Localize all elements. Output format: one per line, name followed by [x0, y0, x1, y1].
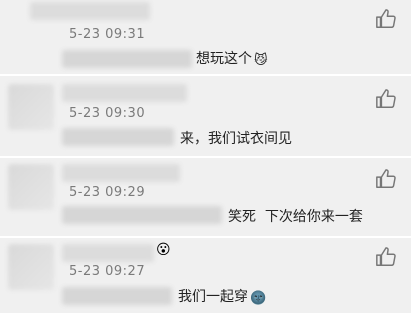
comment-text: 来，我们试衣间见: [180, 131, 292, 147]
avatar: [8, 244, 54, 290]
comment-text: 我们一起穿 🌚: [178, 289, 267, 306]
username-redacted: [62, 164, 180, 182]
reply-redacted: [62, 50, 192, 68]
reply-redacted: [62, 128, 174, 146]
like-button[interactable]: [375, 246, 397, 268]
thumbs-up-icon: [376, 247, 396, 266]
comment-item: 5-23 09:29 笑死 下次给你来一套: [0, 158, 411, 236]
username-redacted: [30, 2, 150, 20]
comment-item: 5-23 09:30 来，我们试衣间见: [0, 76, 411, 156]
reply-redacted: [62, 206, 222, 224]
comment-item: 5-23 09:31 想玩这个 😼: [0, 0, 411, 74]
thumbs-up-icon: [376, 9, 396, 28]
comment-text: 笑死 下次给你来一套: [228, 209, 363, 225]
comment-text: 想玩这个 😼: [196, 51, 268, 68]
avatar: [8, 164, 54, 210]
username-redacted: [62, 244, 154, 262]
thumbs-up-icon: [376, 169, 396, 188]
thumbs-up-icon: [376, 89, 396, 108]
reply-redacted: [62, 287, 172, 305]
like-button[interactable]: [375, 168, 397, 190]
comment-timestamp: 5-23 09:27: [69, 264, 146, 279]
comment-timestamp: 5-23 09:31: [69, 27, 146, 42]
avatar: [8, 84, 54, 130]
moon-face-emoji-icon: 🌚: [250, 291, 267, 306]
comment-timestamp: 5-23 09:29: [69, 185, 146, 200]
surprised-emoji-icon: 😮: [156, 242, 171, 258]
comment-item: 😮 5-23 09:27 我们一起穿 🌚: [0, 238, 411, 313]
cat-emoji-icon: 😼: [254, 53, 268, 68]
like-button[interactable]: [375, 88, 397, 110]
comment-timestamp: 5-23 09:30: [69, 106, 146, 121]
like-button[interactable]: [375, 8, 397, 30]
username-redacted: [62, 84, 187, 102]
